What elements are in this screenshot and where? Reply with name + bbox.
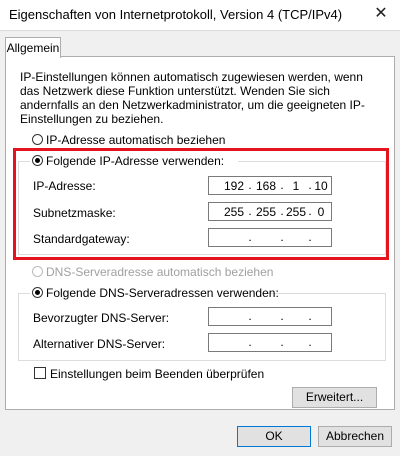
tab-allgemein[interactable]: Allgemein: [5, 37, 61, 58]
ip-address-label: IP-Adresse:: [33, 179, 96, 193]
dns-auto-label: DNS-Serveradresse automatisch beziehen: [46, 265, 274, 279]
advanced-button[interactable]: Erweitert...: [292, 387, 377, 408]
octet-separator: .: [308, 335, 312, 349]
description-text: IP-Einstellungen können automatisch zuge…: [20, 70, 365, 126]
octet: 192: [223, 179, 245, 193]
octet: 1: [292, 179, 300, 193]
validate-label: Einstellungen beim Beenden überprüfen: [50, 367, 265, 381]
alternate-dns-field[interactable]: . . .: [208, 333, 332, 352]
ok-button[interactable]: OK: [237, 426, 311, 447]
subnet-mask-label: Subnetzmaske:: [33, 206, 116, 220]
dns-manual-radio[interactable]: [32, 287, 43, 298]
ip-address-field[interactable]: 192. 168. 1. 10: [208, 176, 332, 195]
window-title: Eigenschaften von Internetprotokoll, Ver…: [9, 7, 343, 22]
preferred-dns-field[interactable]: . . .: [208, 307, 332, 326]
ip-auto-radio[interactable]: [32, 134, 43, 145]
octet-separator: .: [248, 230, 252, 244]
default-gateway-field[interactable]: . . .: [208, 228, 332, 247]
octet-separator: .: [280, 335, 284, 349]
cancel-button[interactable]: Abbrechen: [318, 426, 392, 447]
octet: 255: [255, 205, 277, 219]
octet-separator: .: [248, 335, 252, 349]
octet-separator: .: [248, 204, 252, 218]
octet-separator: .: [308, 309, 312, 323]
alternate-dns-label: Alternativer DNS-Server:: [33, 337, 166, 351]
octet: 168: [255, 179, 277, 193]
dns-auto-radio: [32, 266, 43, 277]
ip-auto-label: IP-Adresse automatisch beziehen: [46, 133, 226, 147]
default-gateway-label: Standardgateway:: [33, 232, 130, 246]
dns-manual-label: Folgende DNS-Serveradressen verwenden:: [46, 286, 279, 300]
octet: 10: [314, 179, 328, 193]
octet: 255: [223, 205, 245, 219]
octet: 255: [285, 205, 307, 219]
close-icon[interactable]: ✕: [366, 2, 396, 26]
octet-separator: .: [308, 230, 312, 244]
ip-manual-label: Folgende IP-Adresse verwenden:: [46, 154, 225, 168]
octet-separator: .: [248, 178, 252, 192]
octet-separator: .: [280, 230, 284, 244]
octet-separator: .: [280, 309, 284, 323]
preferred-dns-label: Bevorzugter DNS-Server:: [33, 311, 170, 325]
octet: 0: [317, 205, 325, 219]
ip-manual-radio[interactable]: [32, 155, 43, 166]
subnet-mask-field[interactable]: 255. 255. 255. 0: [208, 202, 332, 221]
validate-checkbox[interactable]: [34, 367, 46, 379]
octet-separator: .: [248, 309, 252, 323]
